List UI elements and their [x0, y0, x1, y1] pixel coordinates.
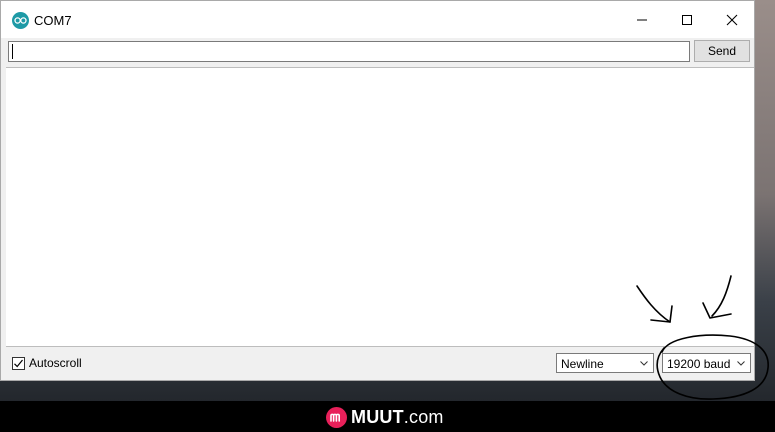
watermark-text: MUUT.com	[351, 406, 444, 427]
arduino-icon	[12, 12, 29, 29]
baud-rate-value: 19200 baud	[667, 357, 731, 371]
autoscroll-label: Autoscroll	[29, 356, 82, 370]
baud-rate-select[interactable]: 19200 baud	[662, 353, 751, 373]
chevron-down-icon	[640, 361, 648, 366]
window-title: COM7	[34, 13, 72, 28]
line-ending-value: Newline	[561, 357, 604, 371]
minimize-button[interactable]	[619, 1, 665, 38]
status-row: Autoscroll Newline 19200 baud	[1, 347, 754, 380]
muut-watermark: MUUT.com	[326, 406, 444, 428]
close-icon	[726, 14, 738, 25]
checkmark-icon	[14, 359, 23, 367]
maximize-button[interactable]	[664, 1, 710, 38]
send-row: Send	[1, 38, 754, 67]
autoscroll-checkbox[interactable]	[12, 356, 25, 370]
title-bar[interactable]: COM7	[1, 1, 754, 38]
maximize-icon	[682, 14, 692, 25]
send-button[interactable]: Send	[694, 40, 750, 62]
serial-output-area[interactable]	[6, 67, 754, 347]
text-caret	[12, 44, 13, 59]
autoscroll-toggle[interactable]: Autoscroll	[12, 356, 82, 370]
serial-input[interactable]	[8, 41, 690, 62]
minimize-icon	[637, 19, 647, 20]
serial-monitor-window: COM7 Send Autoscroll Newline 19200 baud	[0, 0, 755, 381]
close-button[interactable]	[709, 1, 755, 38]
chevron-down-icon	[737, 361, 745, 366]
muut-logo-icon	[326, 406, 347, 428]
line-ending-select[interactable]: Newline	[556, 353, 654, 373]
